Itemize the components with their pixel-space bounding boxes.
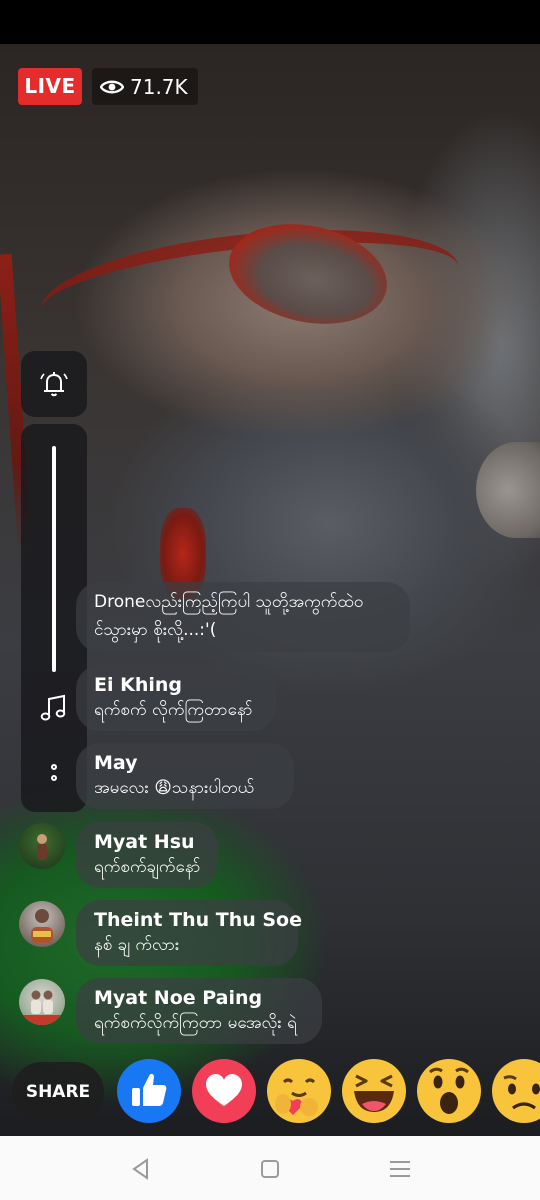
comment-text: င်သွားမှာ စိုးလို့...:'( [94,620,217,640]
back-triangle-icon[interactable] [126,1154,156,1184]
status-bar [0,0,540,44]
comment-bubble: Myat Noe Paing ရက်စက်လိုက်ကြတာ မအေလိုး ရ… [76,978,322,1044]
music-button[interactable] [38,692,70,724]
wow-icon[interactable] [416,1058,482,1124]
commenter-name: May [94,752,138,774]
video-detail [476,442,540,538]
comment-text: အမလေး 😩သနားပါတယ် [94,778,255,798]
comment-bubble: Droneလည်းကြည့်ကြပါ သူတို့အကွက်ထဲဝ င်သွား… [76,582,410,652]
volume-slider[interactable] [52,446,56,672]
avatar[interactable] [19,901,65,947]
comment-text: ရက်စက်ချက်နော် [94,857,201,877]
comment-bubble: Theint Thu Thu Soe နစ် ချ က်လား [76,900,302,966]
comment-text: ရက်စက် လိုက်ကြတာနော် [94,700,253,720]
avatar[interactable] [19,823,65,869]
comment-text: နစ် ချ က်လား [94,935,180,955]
avatar-image [31,909,53,943]
comment-bubble: Myat Hsu ရက်စက်ချက်နော် [76,822,218,888]
live-badge: LIVE [18,68,82,105]
bell-icon [40,372,68,397]
dot [51,764,57,770]
commenter-name: Myat Hsu [94,831,195,853]
care-icon[interactable] [266,1058,332,1124]
eye-icon [100,80,124,93]
haha-icon[interactable] [341,1058,407,1124]
viewer-count: 71.7K [92,68,198,105]
dot [51,775,57,781]
comment-text: Droneလည်းကြည့်ကြပါ သူတို့အကွက်ထဲဝ [94,592,364,612]
viewer-count-label: 71.7K [130,74,188,99]
avatar-image [37,834,47,860]
avatar[interactable] [19,979,65,1025]
reaction-bar: SHARE [0,1052,540,1136]
notification-button[interactable] [21,351,87,417]
commenter-name: Myat Noe Paing [94,987,263,1009]
like-icon[interactable] [116,1058,182,1124]
music-note-icon [40,694,66,721]
more-vertical-icon[interactable] [47,764,61,794]
comment-bubble: May အမလေး 😩သနားပါတယ် [76,743,294,809]
system-navigation-bar [0,1136,540,1200]
menu-lines-icon[interactable] [385,1154,415,1184]
love-icon[interactable] [191,1058,257,1124]
commenter-name: Ei Khing [94,674,182,696]
sad-icon[interactable] [491,1058,540,1124]
comment-bubble: Ei Khing ရက်စက် လိုက်ကြတာနော် [76,665,276,731]
avatar-image [19,990,65,1025]
commenter-name: Theint Thu Thu Soe [94,909,302,931]
comment-text: ရက်စက်လိုက်ကြတာ မအေလိုး ရဲ [94,1013,297,1033]
home-square-icon[interactable] [255,1154,285,1184]
share-button[interactable]: SHARE [12,1062,104,1122]
